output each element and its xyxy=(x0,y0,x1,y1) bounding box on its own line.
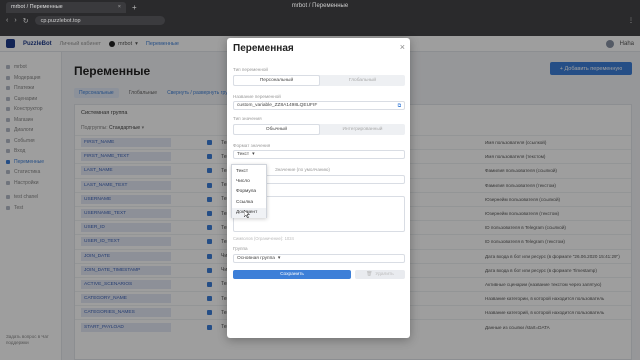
tab-bar: mrbot / Переменные × + xyxy=(0,0,640,14)
dropdown-option-formula[interactable]: Формула xyxy=(232,187,266,197)
save-button[interactable]: Сохранить xyxy=(233,270,351,279)
format-select[interactable]: Текст ▾ xyxy=(233,150,405,159)
trash-icon: 🗑 xyxy=(366,272,373,277)
modal-title: Переменная xyxy=(233,43,294,54)
tab-title: mrbot / Переменные xyxy=(11,4,63,10)
dropdown-option-link[interactable]: Ссылка xyxy=(232,197,266,207)
value-type-label: Тип значения xyxy=(233,116,262,121)
address-row: ‹ › ↻ cp.puzzlebot.top ⋮ xyxy=(0,14,640,27)
format-value: Текст xyxy=(237,152,250,157)
delete-label: Удалить xyxy=(375,272,394,277)
group-label: Группа xyxy=(233,246,248,251)
value-type-regular-option[interactable]: Обычный xyxy=(233,124,320,135)
url-text: cp.puzzlebot.top xyxy=(40,17,81,24)
type-personal-option[interactable]: Персональный xyxy=(233,75,320,86)
forward-icon[interactable]: › xyxy=(14,17,16,24)
variable-type-switch: Персональный Глобальный xyxy=(233,75,405,86)
address-bar[interactable]: cp.puzzlebot.top xyxy=(34,16,165,25)
reload-icon[interactable]: ↻ xyxy=(23,17,29,25)
variable-name-field[interactable]: custom_variable_ZZ8A1498LQEUFIF ⧉ xyxy=(233,101,405,110)
chevron-down-icon: ▾ xyxy=(277,256,281,261)
close-icon[interactable]: × xyxy=(400,42,405,52)
browser-menu-icon[interactable]: ⋮ xyxy=(628,17,634,24)
chevron-down-icon: ▾ xyxy=(252,152,255,157)
default-value-label: Значение (по умолчанию) xyxy=(275,167,330,172)
format-label: Формат значения xyxy=(233,143,271,148)
value-type-switch: Обычный Интегрированный xyxy=(233,124,405,135)
variable-type-label: Тип переменной xyxy=(233,67,268,72)
dropdown-option-text[interactable]: Текст xyxy=(232,166,266,176)
char-limit-hint: Символов (Ограничение): 1024 xyxy=(233,236,294,241)
group-select[interactable]: Основная группа ▾ xyxy=(233,254,405,263)
browser-tab[interactable]: mrbot / Переменные × xyxy=(6,1,126,13)
value-type-integrated-option[interactable]: Интегрированный xyxy=(320,124,405,135)
variable-name-value: custom_variable_ZZ8A1498LQEUFIF xyxy=(237,103,318,108)
dropdown-option-number[interactable]: Число xyxy=(232,176,266,186)
browser-chrome: mrbot / Переменные × + mrbot / Переменны… xyxy=(0,0,640,36)
mouse-cursor-icon xyxy=(244,210,250,218)
back-icon[interactable]: ‹ xyxy=(6,17,8,24)
group-value: Основная группа xyxy=(237,256,275,261)
copy-icon[interactable]: ⧉ xyxy=(398,103,401,109)
delete-button[interactable]: 🗑 Удалить xyxy=(355,270,405,279)
new-tab-icon[interactable]: + xyxy=(132,3,137,12)
close-tab-icon[interactable]: × xyxy=(118,4,121,10)
type-global-option[interactable]: Глобальный xyxy=(320,75,405,86)
variable-name-label: Название переменной xyxy=(233,94,281,99)
